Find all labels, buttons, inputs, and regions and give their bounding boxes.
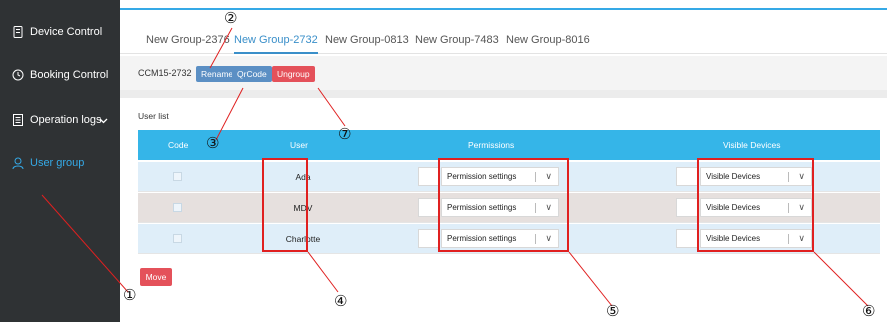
table-header: Code User Permissions Visible Devices <box>138 130 880 160</box>
annotation-number-7: ⑦ <box>338 125 352 143</box>
ungroup-button[interactable]: Ungroup <box>272 66 315 82</box>
annotation-number-1: ① <box>123 286 137 304</box>
permission-input[interactable] <box>418 167 440 186</box>
devices-input[interactable] <box>676 229 698 248</box>
annotation-number-2: ② <box>224 9 238 27</box>
column-header-visible-devices: Visible Devices <box>723 140 781 150</box>
row-checkbox[interactable] <box>173 203 182 212</box>
tab-group-2376[interactable]: New Group-2376 <box>146 34 230 46</box>
group-toolbar: CCM15-2732 Rename QrCode Ungroup <box>120 56 887 90</box>
user-icon <box>12 157 24 169</box>
tab-group-0813[interactable]: New Group-0813 <box>325 34 409 46</box>
tab-group-2732[interactable]: New Group-2732 <box>234 34 318 54</box>
row-checkbox[interactable] <box>173 234 182 243</box>
devices-input[interactable] <box>676 198 698 217</box>
sidebar-item-operation-logs[interactable]: Operation logs <box>0 100 120 140</box>
annotation-box-permissions <box>438 158 569 252</box>
sidebar-item-label: Booking Control <box>30 69 109 81</box>
group-code: CCM15-2732 <box>138 68 192 78</box>
move-button[interactable]: Move <box>140 268 172 286</box>
column-header-code: Code <box>168 140 189 150</box>
annotation-number-4: ④ <box>334 292 348 310</box>
sidebar-item-label: Operation logs <box>30 114 102 126</box>
permission-input[interactable] <box>418 229 440 248</box>
sidebar-item-label: Device Control <box>30 26 103 38</box>
annotation-number-3: ③ <box>206 134 220 152</box>
column-header-permissions: Permissions <box>468 140 515 150</box>
device-icon <box>12 26 24 38</box>
permission-input[interactable] <box>418 198 440 217</box>
annotation-number-5: ⑤ <box>606 302 620 320</box>
sidebar-item-label: User group <box>30 157 85 169</box>
sidebar-item-device-control[interactable]: Device Control <box>0 12 120 52</box>
annotation-box-visible-devices <box>697 158 814 252</box>
sidebar-item-user-group[interactable]: User group <box>0 143 120 183</box>
clock-icon <box>12 69 24 81</box>
document-icon <box>12 114 24 126</box>
chevron-down-icon <box>99 115 108 127</box>
qrcode-button[interactable]: QrCode <box>232 66 272 82</box>
user-list-label: User list <box>138 111 169 121</box>
section-divider <box>120 90 887 98</box>
column-header-user: User <box>290 140 308 150</box>
sidebar-item-booking-control[interactable]: Booking Control <box>0 55 120 95</box>
devices-input[interactable] <box>676 167 698 186</box>
row-checkbox[interactable] <box>173 172 182 181</box>
annotation-box-users <box>262 158 308 252</box>
annotation-number-6: ⑥ <box>862 302 876 320</box>
tab-group-7483[interactable]: New Group-7483 <box>415 34 499 46</box>
sidebar: Device Control Booking Control Operation… <box>0 0 120 322</box>
tab-group-8016[interactable]: New Group-8016 <box>506 34 590 46</box>
